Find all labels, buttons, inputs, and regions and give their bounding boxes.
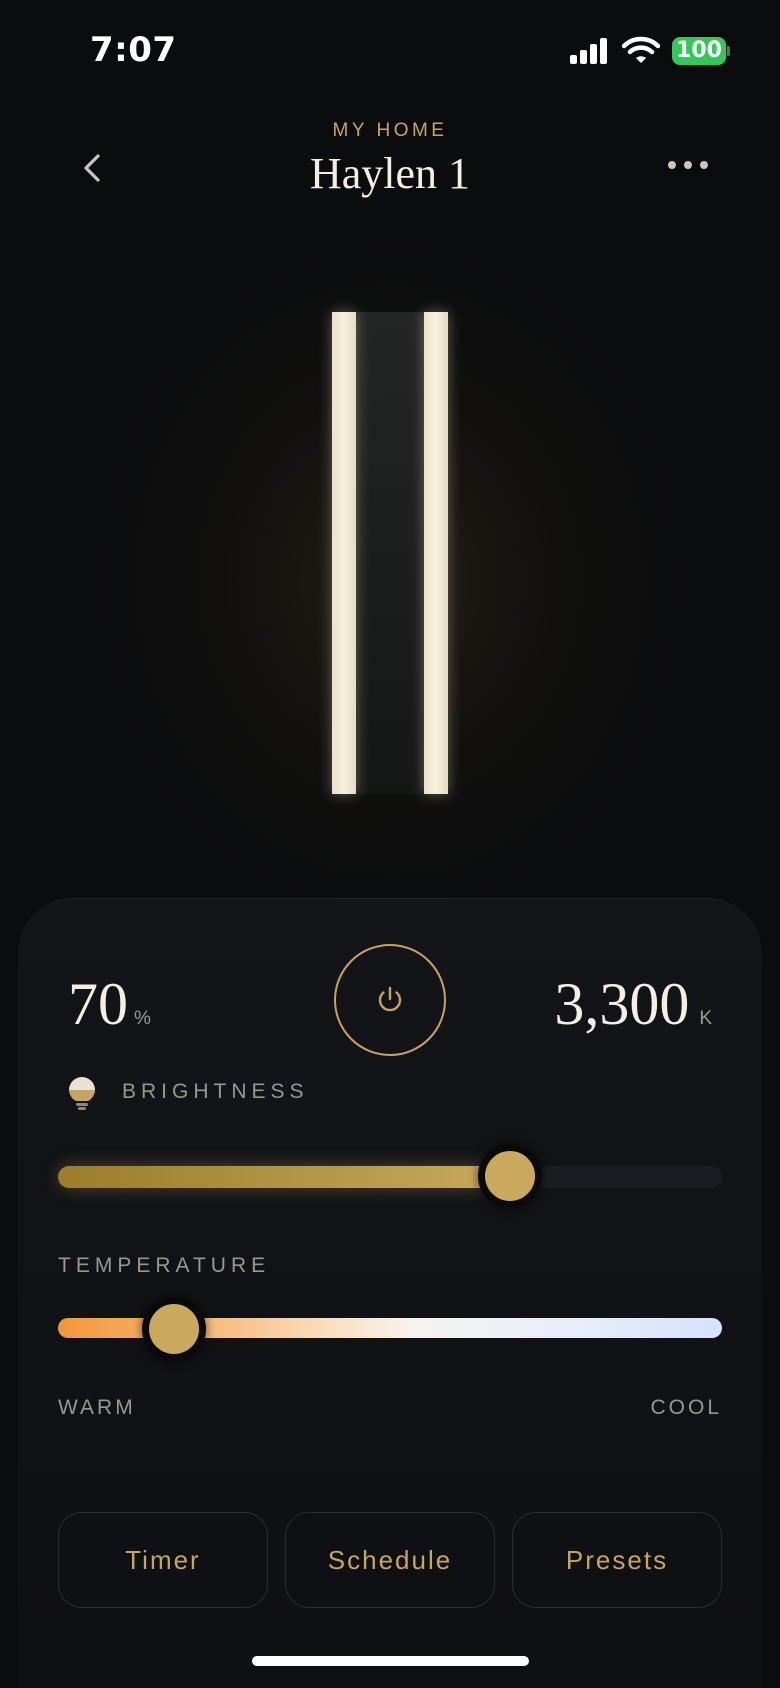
brightness-value: 70	[68, 971, 128, 1037]
bulb-icon	[69, 1077, 95, 1110]
brightness-slider-thumb[interactable]	[478, 1144, 542, 1208]
brightness-unit: %	[134, 1008, 151, 1029]
brightness-label: BRIGHTNESS	[122, 1080, 309, 1103]
temperature-label: TEMPERATURE	[58, 1254, 271, 1277]
warm-label: WARM	[58, 1396, 136, 1419]
battery-nub	[727, 46, 730, 56]
temperature-value: 3,300	[554, 971, 690, 1037]
lamp-preview	[332, 312, 448, 794]
cool-label: COOL	[650, 1396, 722, 1419]
header: MY HOME Haylen 1	[0, 110, 780, 210]
power-icon	[378, 986, 402, 1012]
lamp-light-strip-right	[424, 312, 448, 794]
battery-icon: 100	[672, 37, 726, 65]
presets-button[interactable]: Presets	[512, 1512, 722, 1608]
brightness-slider-track[interactable]	[58, 1166, 722, 1188]
temperature-slider-thumb[interactable]	[142, 1297, 206, 1361]
status-time: 7:07	[90, 30, 177, 70]
lamp-light-strip-left	[332, 312, 356, 794]
location-label: MY HOME	[332, 120, 448, 141]
more-dots-icon[interactable]	[664, 150, 712, 180]
page-title: Haylen 1	[309, 149, 471, 198]
temperature-readout: 3,300 K	[554, 970, 712, 1039]
wifi-icon	[622, 36, 660, 63]
status-bar: 7:07 100	[0, 0, 780, 100]
brightness-slider-fill	[58, 1166, 510, 1188]
signal-icon	[570, 38, 607, 64]
lamp-body	[356, 312, 424, 794]
home-indicator[interactable]	[252, 1656, 529, 1666]
schedule-button[interactable]: Schedule	[285, 1512, 495, 1608]
timer-button[interactable]: Timer	[58, 1512, 268, 1608]
brightness-readout: 70%	[68, 970, 151, 1039]
temperature-unit: K	[699, 1008, 712, 1029]
power-button[interactable]	[334, 944, 446, 1056]
